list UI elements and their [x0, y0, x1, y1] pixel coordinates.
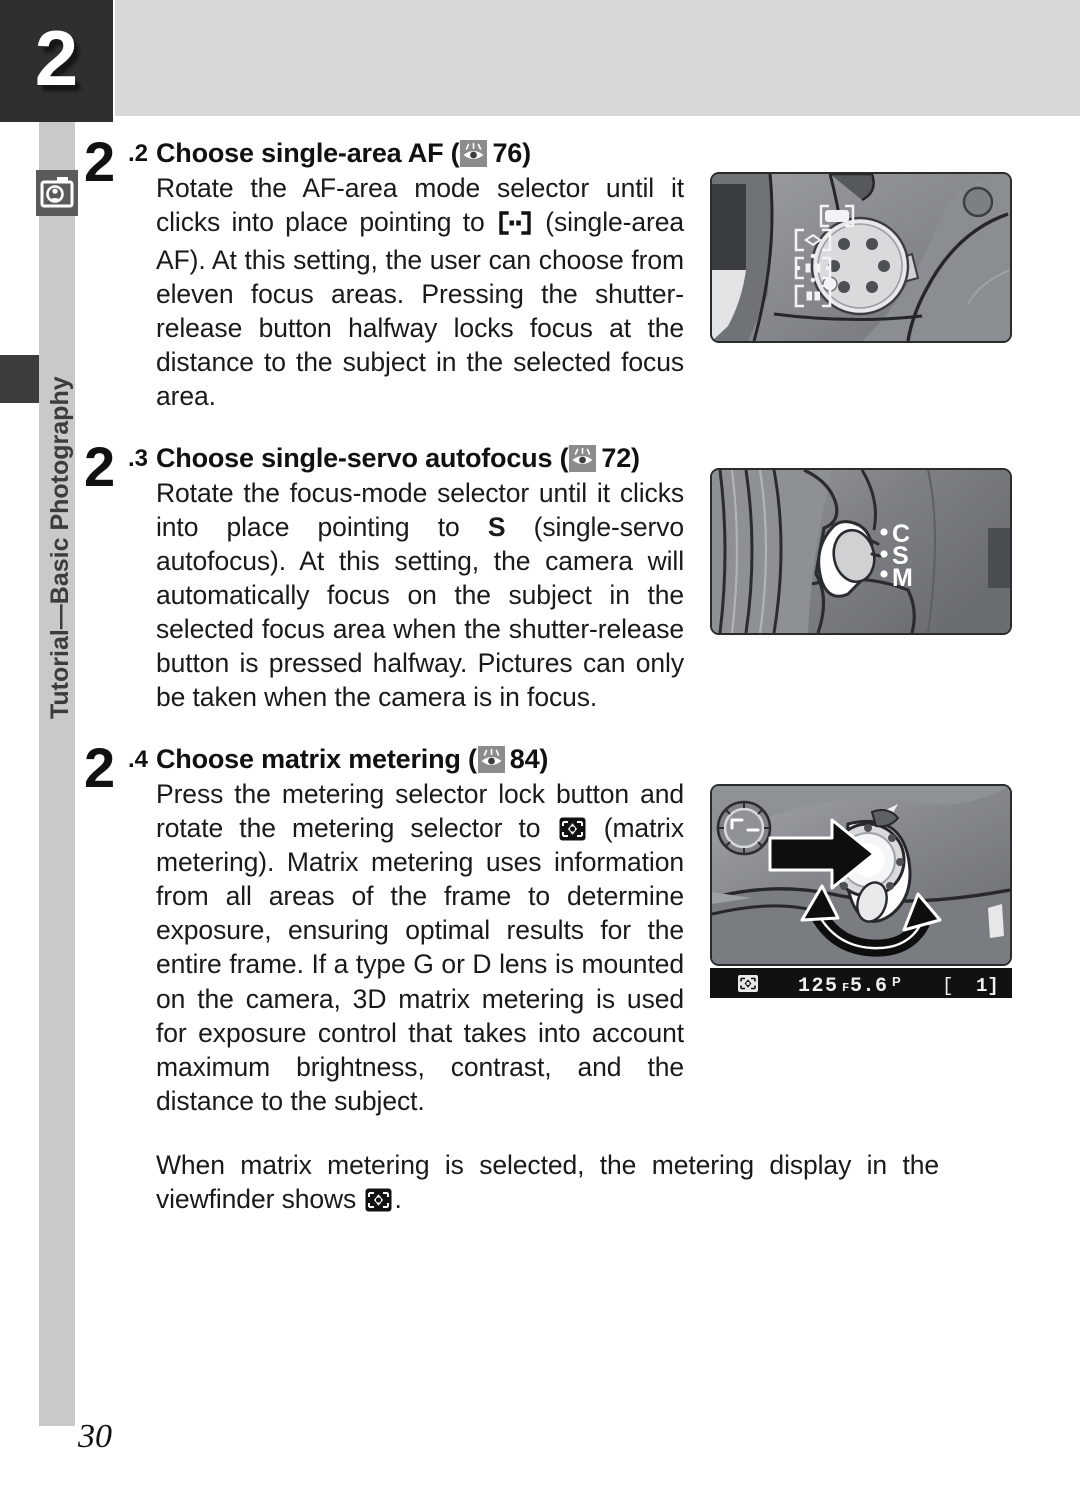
svg-text:[: [ — [942, 975, 953, 997]
step-heading-page: 72 — [601, 443, 632, 474]
step-heading-close: ) — [522, 138, 531, 168]
page-reference-eye-icon — [460, 140, 488, 167]
matrix-metering-icon — [559, 817, 586, 841]
camera-person-icon — [36, 170, 78, 216]
page-number: 30 — [78, 1418, 112, 1455]
note-part1: When matrix metering is selected, the me… — [156, 1150, 939, 1215]
sidebar-section-label: Tutorial—Basic Photography — [46, 376, 74, 720]
step-2-4: 2 .4 Choose matrix metering (84) Press t… — [84, 740, 684, 1117]
step-body-part2: (single-area AF). At this setting, the u… — [156, 206, 684, 412]
step-heading-page: 76 — [492, 138, 523, 168]
step-heading-text: Choose single-area AF ( — [156, 138, 460, 168]
step-heading: Choose single-servo autofocus ( 72) — [156, 443, 684, 475]
figure-af-area-mode-selector — [710, 172, 1012, 343]
rail-end-spacer — [39, 1426, 75, 1486]
step-heading: Choose single-area AF ( 76) — [156, 138, 684, 170]
chapter-number: 2 — [34, 14, 79, 102]
svg-text:M: M — [892, 564, 913, 592]
step-2-2: 2 .2 Choose single-area AF (76) Rotate t… — [84, 134, 684, 413]
svg-text:125: 125 — [798, 975, 839, 998]
svg-text:P: P — [892, 974, 901, 989]
step-heading-page: 84 — [509, 744, 540, 775]
single-servo-s-symbol: S — [487, 512, 506, 543]
step-body-part2: (single-servo autofocus). At this settin… — [156, 512, 684, 713]
page-header: 2 — [0, 0, 1080, 122]
step-substep: .4 — [128, 746, 149, 774]
step-substep: .3 — [128, 445, 149, 473]
chapter-tab: 2 — [0, 0, 113, 122]
note-part2: . — [394, 1184, 402, 1215]
svg-text:F: F — [842, 981, 849, 995]
step-body: Press the metering selector lock button … — [156, 776, 684, 1117]
header-band — [115, 0, 1080, 116]
step-heading-text: Choose single-servo autofocus ( — [156, 443, 569, 474]
step-body: Rotate the focus-mode selector until it … — [156, 475, 684, 714]
sidebar-progress-marker — [0, 355, 39, 403]
content-column: 2 .2 Choose single-area AF (76) Rotate t… — [84, 134, 684, 1122]
viewfinder-display: 125 F 5.6 P [ 1] — [710, 968, 1012, 998]
step-body: Rotate the AF-area mode selector until i… — [156, 170, 684, 413]
figure-metering-selector — [710, 784, 1012, 966]
step-heading-close: ) — [631, 443, 640, 474]
svg-text:1]: 1] — [976, 975, 999, 997]
step-heading: Choose matrix metering ( 84) — [156, 744, 684, 776]
svg-text:5.6: 5.6 — [850, 975, 888, 998]
matrix-metering-note: When matrix metering is selected, the me… — [84, 1148, 939, 1250]
page-reference-eye-icon — [477, 746, 505, 774]
step-body-part2: (matrix metering). Matrix metering uses … — [156, 813, 684, 1116]
step-substep: .2 — [128, 140, 149, 167]
step-heading-close: ) — [539, 744, 549, 775]
single-area-af-bracket-icon — [498, 209, 532, 243]
page-reference-eye-icon — [569, 445, 597, 473]
figure-focus-mode-selector: C S M — [710, 468, 1012, 635]
matrix-metering-icon — [365, 1188, 392, 1212]
step-heading-text: Choose matrix metering ( — [156, 744, 477, 775]
step-2-3: 2 .3 Choose single-servo autofocus (72) … — [84, 439, 684, 714]
